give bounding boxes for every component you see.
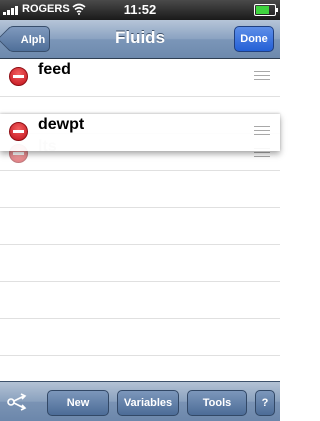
- status-bar: ROGERS 11:52: [0, 0, 280, 20]
- reorder-grip-icon[interactable]: [254, 126, 270, 138]
- row-divider: [0, 318, 280, 319]
- new-button[interactable]: New: [47, 390, 109, 416]
- row-divider: [0, 281, 280, 282]
- variables-button[interactable]: Variables: [117, 390, 179, 416]
- reorder-grip-icon[interactable]: [254, 71, 270, 83]
- list-item-feed[interactable]: feed: [0, 59, 280, 96]
- fluids-list: feed lts dewpt: [0, 59, 280, 381]
- navigation-bar: Alph Fluids Done: [0, 20, 280, 59]
- share-icon[interactable]: [6, 390, 30, 414]
- row-divider: [0, 244, 280, 245]
- delete-minus-icon[interactable]: [9, 67, 28, 86]
- list-item-dewpt[interactable]: dewpt: [0, 114, 280, 151]
- help-button[interactable]: ?: [255, 390, 275, 416]
- row-divider: [0, 207, 280, 208]
- delete-minus-icon[interactable]: [9, 122, 28, 141]
- done-button[interactable]: Done: [234, 26, 274, 52]
- status-time: 11:52: [123, 2, 157, 17]
- list-item-label: dewpt: [38, 116, 85, 133]
- row-divider: [0, 96, 280, 97]
- battery-icon: [254, 4, 278, 16]
- row-divider: [0, 355, 280, 356]
- list-item-label: feed: [38, 61, 71, 78]
- bottom-toolbar: New Variables Tools ?: [0, 381, 280, 421]
- tools-button[interactable]: Tools: [187, 390, 247, 416]
